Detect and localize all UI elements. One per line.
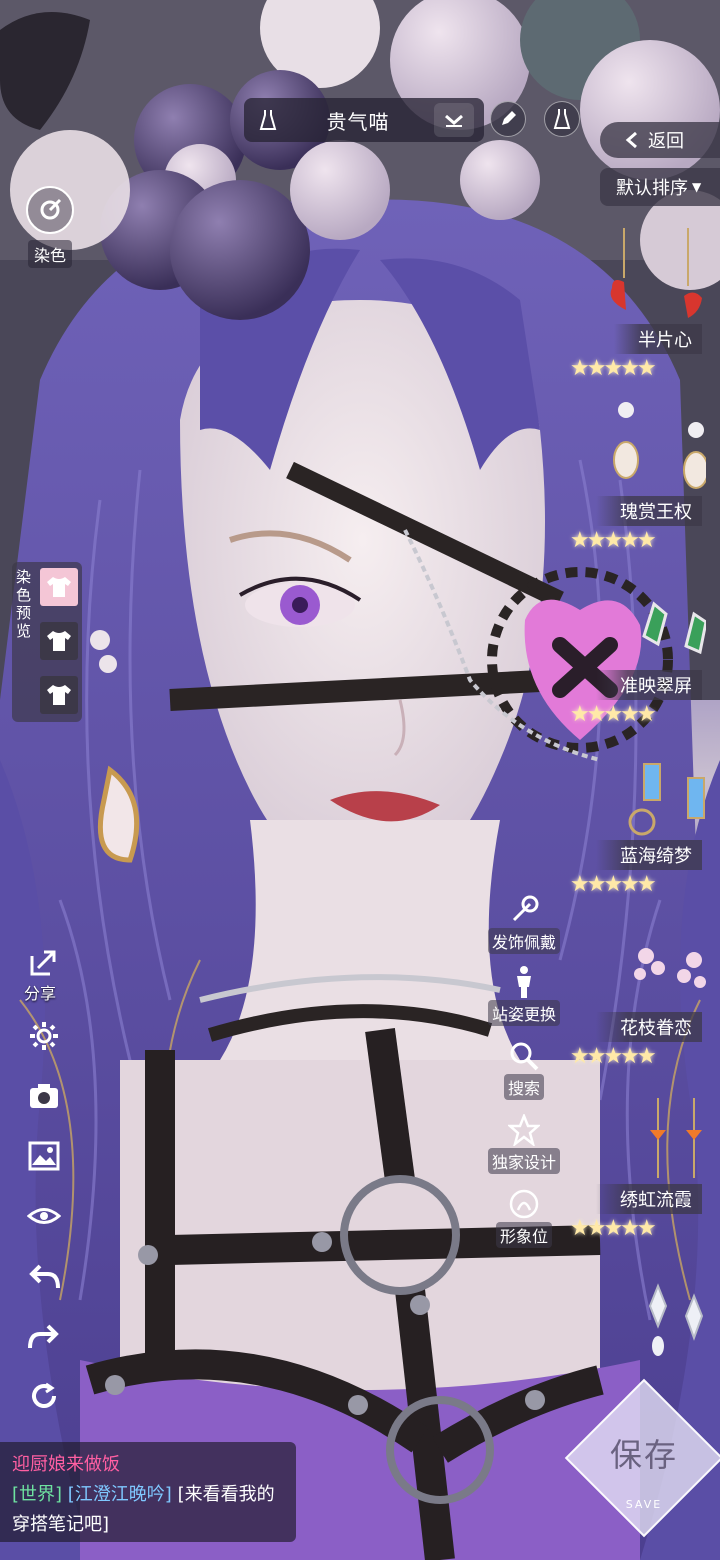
star-rating: ★★★★★ <box>570 702 657 727</box>
outfit-name: 贵气喵 <box>326 109 390 134</box>
pose-button[interactable]: 站姿更换 <box>486 964 562 1026</box>
reset-icon[interactable] <box>24 1376 64 1416</box>
catalog-item[interactable]: 瑰赏王权 ★★★★★ <box>566 400 720 553</box>
shirt-swatch-2[interactable] <box>40 622 78 660</box>
catalog-item[interactable]: 准映翠屏 ★★★★★ <box>566 574 720 727</box>
shirt-icon <box>47 577 71 597</box>
search-button[interactable]: 搜索 <box>486 1038 562 1100</box>
dye-label: 染色 <box>27 240 72 268</box>
pose-label: 站姿更换 <box>487 1000 560 1026</box>
star-rating: ★★★★★ <box>570 1044 657 1069</box>
share-icon[interactable] <box>24 942 64 982</box>
chevron-left-icon <box>625 131 637 149</box>
catalog-item-label: 准映翠屏 <box>596 670 702 700</box>
catalog-item-label: 花枝眷恋 <box>596 1012 702 1042</box>
dress-toggle-icon[interactable] <box>544 101 580 137</box>
shirt-swatch-3[interactable] <box>40 676 78 714</box>
image-icon[interactable] <box>24 1136 64 1176</box>
chat-username[interactable]: [江澄江晚吟] <box>68 1484 172 1505</box>
profile-icon <box>506 1186 542 1222</box>
camera-icon[interactable] <box>24 1076 64 1116</box>
pencil-icon[interactable] <box>490 101 526 137</box>
dye-preview-panel: 染色预览 <box>12 562 82 722</box>
caret-down-icon: ▼ <box>692 180 702 194</box>
catalog-item[interactable] <box>566 1266 720 1366</box>
shirt-icon <box>47 685 71 705</box>
search-label: 搜索 <box>503 1074 544 1100</box>
share-label: 分享 <box>24 984 57 1003</box>
image-slot-label: 形象位 <box>495 1222 552 1248</box>
star-rating: ★★★★★ <box>570 356 657 381</box>
star-rating: ★★★★★ <box>570 1216 657 1241</box>
person-icon <box>506 964 542 1000</box>
search-icon <box>506 1038 542 1074</box>
blue-earring-icon <box>628 763 705 836</box>
save-sub-label: SAVE <box>625 1498 663 1511</box>
tassel-earring-icon <box>650 1098 702 1178</box>
catalog-item[interactable]: 绣虹流霞 ★★★★★ <box>566 1088 720 1241</box>
catalog-item-label: 半片心 <box>614 324 702 354</box>
hairpin-icon <box>506 892 542 928</box>
dye-button[interactable]: 染色 <box>18 186 82 270</box>
chevron-down-icon[interactable] <box>434 103 474 137</box>
image-slot-button[interactable]: 形象位 <box>486 1186 562 1248</box>
back-label: 返回 <box>648 131 684 152</box>
exclusive-design-button[interactable]: 独家设计 <box>486 1112 562 1174</box>
eye-hide-icon[interactable] <box>24 1196 64 1236</box>
exclusive-design-label: 独家设计 <box>487 1148 560 1174</box>
palette-icon <box>26 186 74 234</box>
jade-earring-icon <box>642 601 706 655</box>
star-icon <box>506 1112 542 1148</box>
star-rating: ★★★★★ <box>570 872 657 897</box>
dress-icon <box>254 106 282 134</box>
dye-preview-label: 染色预览 <box>16 568 32 640</box>
accessory-label: 发饰佩戴 <box>487 928 560 954</box>
crystal-earring-icon <box>648 1283 704 1356</box>
undo-icon[interactable] <box>24 1256 64 1296</box>
shirt-icon <box>47 631 71 651</box>
catalog-item-label: 瑰赏王权 <box>596 496 702 526</box>
sort-dropdown[interactable]: 默认排序 ▼ <box>600 168 720 206</box>
outfit-selector[interactable]: 贵气喵 <box>244 98 484 142</box>
catalog-item-label: 蓝海绮梦 <box>596 840 702 870</box>
chat-box[interactable]: 迎厨娘来做饭 [世界] [江澄江晚吟] [来看看我的穿搭笔记吧] <box>0 1442 296 1542</box>
accessory-button[interactable]: 发饰佩戴 <box>486 892 562 954</box>
catalog-item[interactable]: 花枝眷恋 ★★★★★ <box>566 916 720 1069</box>
star-rating: ★★★★★ <box>570 528 657 553</box>
gear-icon[interactable] <box>24 1016 64 1056</box>
heart-earring-icon <box>610 228 702 318</box>
catalog-item[interactable]: 半片心 ★★★★★ <box>566 228 720 381</box>
chat-system-message: 迎厨娘来做饭 <box>12 1454 120 1475</box>
catalog-item-label: 绣虹流霞 <box>596 1184 702 1214</box>
back-button[interactable]: 返回 <box>600 122 720 158</box>
pearl-earring-icon <box>613 402 706 489</box>
chat-channel: [世界] <box>12 1484 63 1505</box>
catalog-item[interactable]: 蓝海绮梦 ★★★★★ <box>566 744 720 897</box>
flower-earring-icon <box>634 948 706 988</box>
save-label: 保存 <box>609 1436 678 1474</box>
shirt-swatch-pink[interactable] <box>40 568 78 606</box>
redo-icon[interactable] <box>24 1316 64 1356</box>
sort-label: 默认排序 <box>616 178 688 199</box>
